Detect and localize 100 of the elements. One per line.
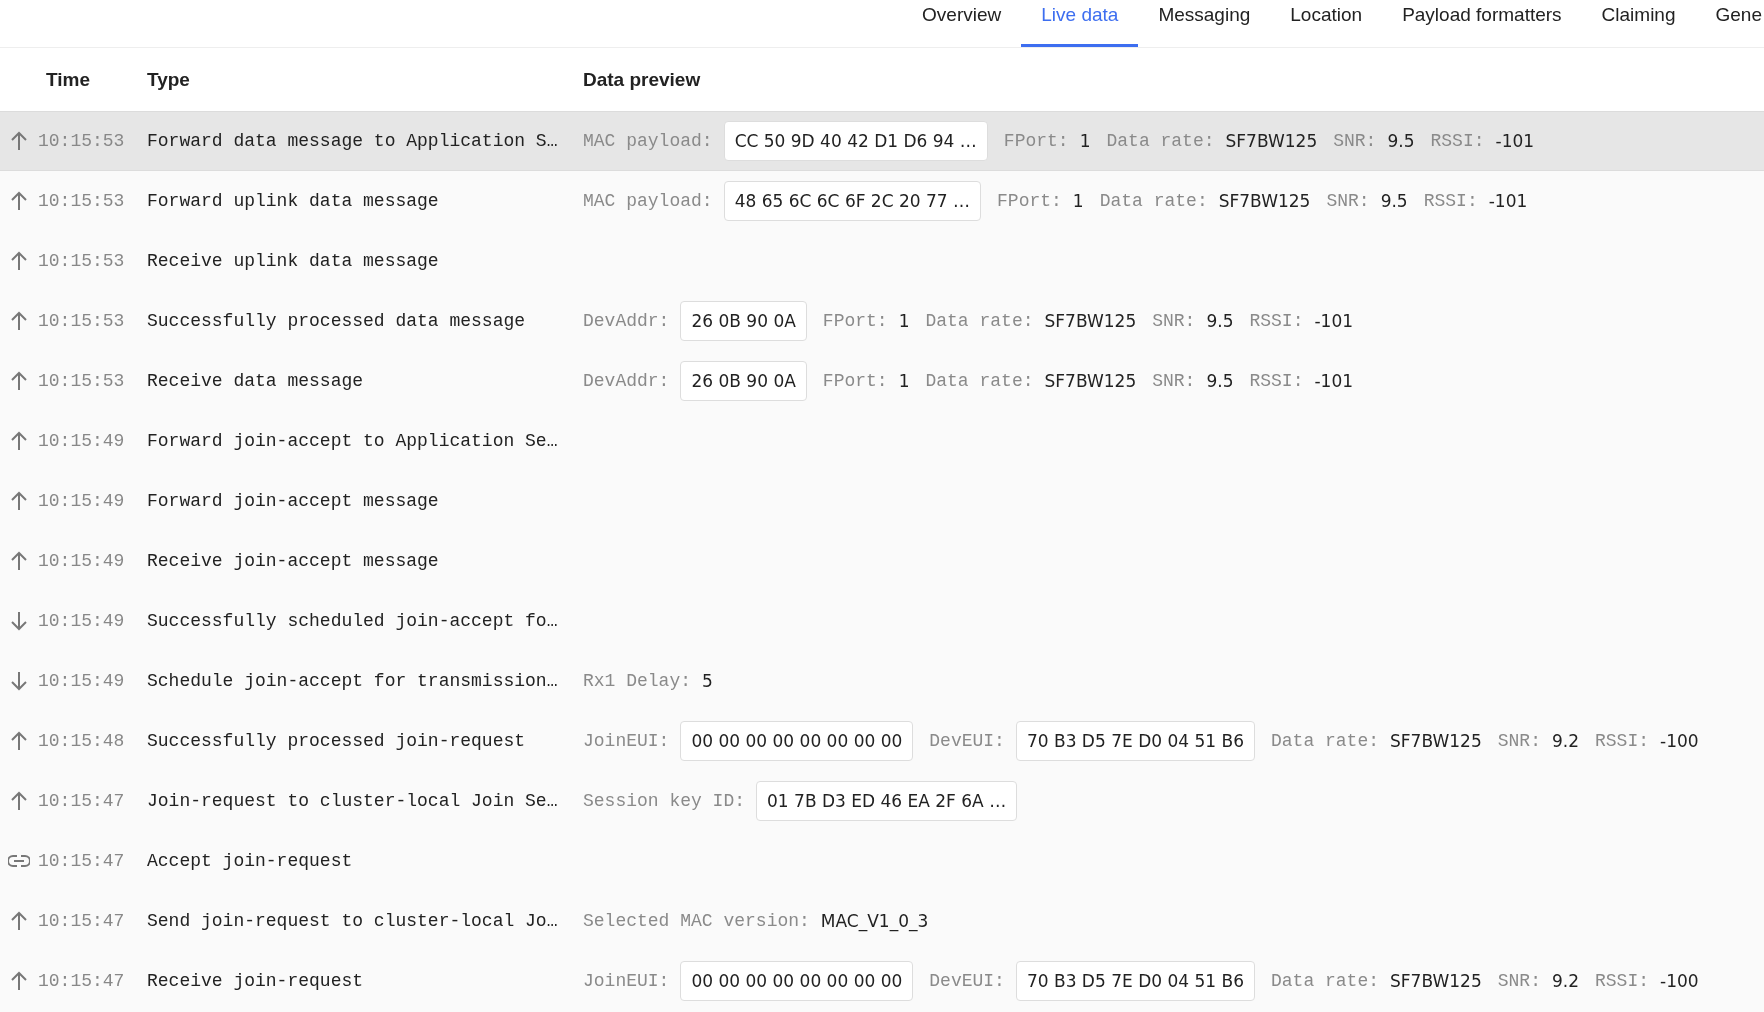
preview-label: RSSI: — [1595, 731, 1649, 751]
event-row[interactable]: 10:15:53 Forward data message to Application S… MAC payload: CC 50 9D 40 42 D1 D6 94 … FPort: 1 Data rate: SF7BW125 SNR: 9.5 RSSI: -101 — [0, 111, 1764, 171]
event-time: 10:15:49 — [38, 671, 126, 691]
preview-label: FPort: — [997, 191, 1062, 211]
preview-label: Data rate: — [1099, 191, 1208, 211]
event-time: 10:15:48 — [38, 731, 126, 751]
preview-value: -101 — [1488, 191, 1528, 211]
preview-label: SNR: — [1152, 311, 1196, 331]
event-type: Successfully processed join-request — [147, 731, 527, 751]
tab[interactable]: Payload formatters — [1382, 0, 1582, 47]
preview-label: JoinEUI: — [583, 971, 670, 991]
event-row[interactable]: 10:15:53 Forward uplink data message MAC payload: 48 65 6C 6C 6F 2C 20 77 … FPort: 1 Data rate: SF7BW125 SNR: 9.5 RSSI: -101 — [0, 171, 1764, 231]
preview-label: DevEUI: — [929, 971, 1005, 991]
event-time: 10:15:53 — [38, 311, 126, 331]
preview-value: -101 — [1314, 311, 1354, 331]
event-row[interactable]: 10:15:47 Join-request to cluster-local Join Se… Session key ID: 01 7B D3 ED 46 EA 2F 6A … — [0, 771, 1764, 831]
tab[interactable]: Overview — [902, 0, 1022, 47]
preview-label: RSSI: — [1423, 191, 1478, 211]
column-header: Data preview — [583, 68, 701, 91]
event-time: 10:15:49 — [38, 551, 126, 571]
event-row[interactable]: 10:15:49 Forward join-accept message — [0, 471, 1764, 531]
preview-label: MAC payload: — [583, 191, 713, 211]
event-type: Schedule join-accept for transmission… — [147, 671, 559, 691]
event-row[interactable]: 10:15:53 Receive data message DevAddr: 26 0B 90 0A FPort: 1 Data rate: SF7BW125 SNR: 9.5 RSSI: -101 — [0, 351, 1764, 411]
event-type: Successfully scheduled join-accept fo… — [147, 611, 559, 631]
preview-value-field[interactable]: 26 0B 90 0A — [680, 361, 807, 401]
preview-label: SNR: — [1497, 731, 1541, 751]
preview-label: Data rate: — [925, 371, 1034, 391]
event-type: Accept join-request — [147, 851, 354, 871]
preview-value-field[interactable]: CC 50 9D 40 42 D1 D6 94 … — [723, 121, 988, 161]
tab[interactable]: Location — [1270, 0, 1383, 47]
preview-value: -101 — [1314, 371, 1354, 391]
preview-value: 9.2 — [1551, 971, 1579, 991]
event-time: 10:15:47 — [38, 791, 126, 811]
preview-value-field[interactable]: 26 0B 90 0A — [680, 301, 807, 341]
preview-value: 9.5 — [1387, 131, 1415, 151]
tab[interactable]: Claiming — [1581, 0, 1696, 47]
preview-value: -100 — [1660, 731, 1699, 751]
preview-label: DevAddr: — [583, 311, 670, 331]
event-time: 10:15:49 — [38, 611, 126, 631]
preview-label: Rx1 Delay: — [583, 671, 692, 691]
preview-label: MAC payload: — [583, 131, 713, 151]
event-row[interactable]: 10:15:53 Successfully processed data message DevAddr: 26 0B 90 0A FPort: 1 Data rate: SF7BW125 SNR: 9.5 RSSI: -101 — [0, 291, 1764, 351]
event-row[interactable]: 10:15:49 Forward join-accept to Application Se… — [0, 411, 1764, 471]
event-type: Receive join-request — [147, 971, 365, 991]
event-type: Receive data message — [147, 371, 365, 391]
preview-label: FPort: — [822, 371, 888, 391]
tab[interactable]: Messaging — [1138, 0, 1271, 47]
event-row[interactable]: 10:15:47 Send join-request to cluster-local Jo… Selected MAC version: MAC_V1_0_3 — [0, 891, 1764, 951]
preview-label: DevAddr: — [583, 371, 670, 391]
preview-label: FPort: — [822, 311, 888, 331]
tab[interactable]: Gene — [1695, 0, 1764, 47]
preview-value-field[interactable]: 70 B3 D5 7E D0 04 51 B6 — [1015, 961, 1255, 1001]
event-time: 10:15:53 — [38, 251, 126, 271]
event-row[interactable]: 10:15:49 Successfully scheduled join-accept fo… — [0, 591, 1764, 651]
preview-value: SF7BW125 — [1044, 311, 1137, 331]
preview-label: FPort: — [1003, 131, 1069, 151]
event-row[interactable]: 10:15:49 Schedule join-accept for transmission… Rx1 Delay: 5 — [0, 651, 1764, 711]
event-time: 10:15:47 — [38, 971, 126, 991]
preview-value: SF7BW125 — [1390, 971, 1482, 991]
event-row[interactable]: 10:15:49 Receive join-accept message — [0, 531, 1764, 591]
preview-label: SNR: — [1326, 191, 1370, 211]
column-header: Type — [147, 68, 191, 91]
column-header: Time — [46, 68, 91, 91]
event-type: Join-request to cluster-local Join Se… — [147, 791, 559, 811]
event-type: Forward join-accept to Application Se… — [147, 431, 559, 451]
preview-value-field[interactable]: 01 7B D3 ED 46 EA 2F 6A … — [756, 781, 1018, 821]
preview-label: Selected MAC version: — [583, 911, 810, 931]
preview-value-field[interactable]: 48 65 6C 6C 6F 2C 20 77 … — [723, 181, 982, 221]
preview-label: Data rate: — [1271, 731, 1380, 751]
event-time: 10:15:49 — [38, 491, 126, 511]
preview-value: SF7BW125 — [1225, 131, 1318, 151]
event-row[interactable]: 10:15:47 Accept join-request — [0, 831, 1764, 891]
event-row[interactable]: 10:15:53 Receive uplink data message — [0, 231, 1764, 291]
preview-value: 1 — [1079, 131, 1091, 151]
event-time: 10:15:53 — [38, 191, 126, 211]
preview-value-field[interactable]: 70 B3 D5 7E D0 04 51 B6 — [1015, 721, 1255, 761]
preview-value-field[interactable]: 00 00 00 00 00 00 00 00 — [680, 961, 914, 1001]
preview-label: Data rate: — [1271, 971, 1380, 991]
preview-value: SF7BW125 — [1390, 731, 1482, 751]
event-time: 10:15:49 — [38, 431, 126, 451]
preview-value: -100 — [1660, 971, 1699, 991]
preview-label: RSSI: — [1595, 971, 1649, 991]
event-type: Receive uplink data message — [147, 251, 440, 271]
preview-value: SF7BW125 — [1218, 191, 1311, 211]
preview-label: DevEUI: — [929, 731, 1005, 751]
preview-label: SNR: — [1152, 371, 1196, 391]
preview-value-field[interactable]: 00 00 00 00 00 00 00 00 — [680, 721, 914, 761]
preview-label: SNR: — [1497, 971, 1541, 991]
preview-value: 9.2 — [1551, 731, 1579, 751]
event-time: 10:15:53 — [38, 131, 126, 151]
preview-value: 9.5 — [1206, 311, 1234, 331]
preview-value: SF7BW125 — [1044, 371, 1137, 391]
event-type: Forward uplink data message — [147, 191, 440, 211]
preview-value: 1 — [898, 311, 910, 331]
event-type: Forward join-accept message — [147, 491, 440, 511]
event-type: Send join-request to cluster-local Jo… — [147, 911, 559, 931]
event-row[interactable]: 10:15:48 Successfully processed join-request JoinEUI: 00 00 00 00 00 00 00 00 DevEUI: 70 B3 D5 7E D0 04 51 B6 Data rate: SF7BW125 SNR: 9.2 RSSI: -100 — [0, 711, 1764, 771]
preview-value: 9.5 — [1206, 371, 1234, 391]
event-row[interactable]: 10:15:47 Receive join-request JoinEUI: 00 00 00 00 00 00 00 00 DevEUI: 70 B3 D5 7E D0 04 51 B6 Data rate: SF7BW125 SNR: 9.2 RSSI: -100 — [0, 951, 1764, 1011]
